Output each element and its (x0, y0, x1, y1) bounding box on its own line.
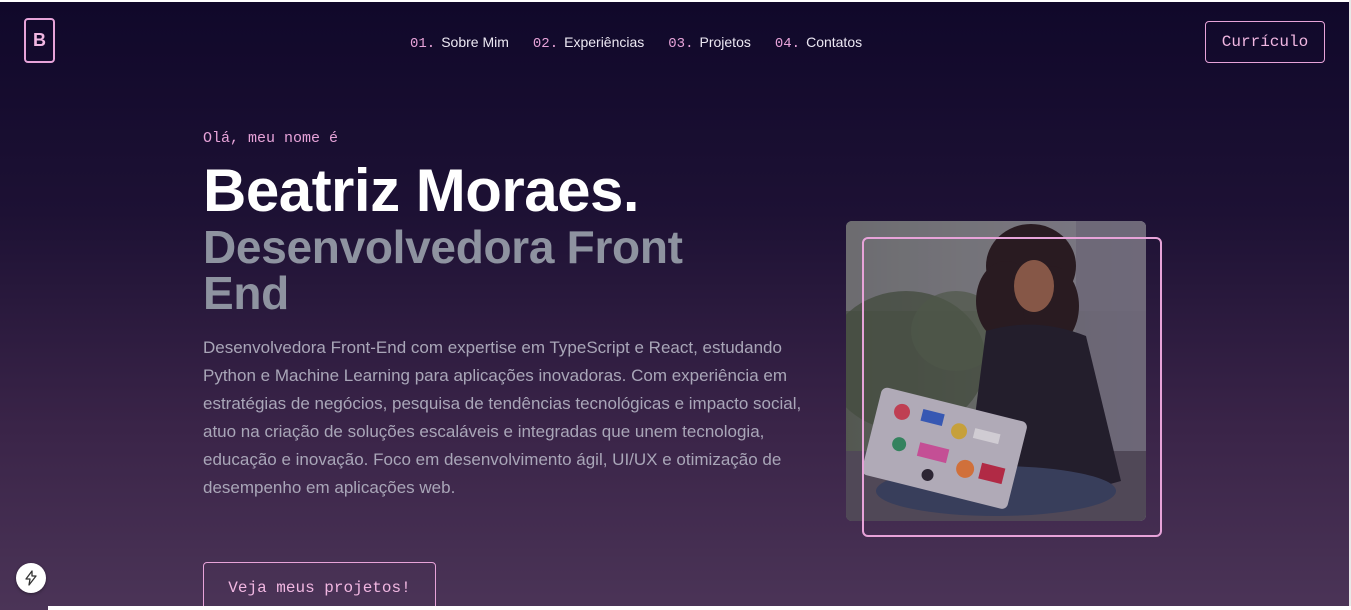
view-projects-button[interactable]: Veja meus projetos! (203, 562, 436, 610)
hero-bio: Desenvolvedora Front-End com expertise e… (203, 338, 802, 497)
bottom-strip (48, 606, 1351, 610)
lightning-bolt-icon[interactable] (16, 563, 46, 593)
nav-item-number: 01. (410, 36, 436, 52)
hero-greeting: Olá, meu nome é (203, 130, 339, 147)
hero-name: Beatriz Moraes. (203, 157, 640, 224)
nav-item-contatos[interactable]: 04. Contatos (775, 34, 862, 52)
hero-section: Olá, meu nome é Beatriz Moraes. Desenvol… (203, 130, 823, 502)
nav-item-number: 02. (532, 36, 559, 52)
nav-item-label: Projetos (699, 34, 751, 50)
nav-item-projetos[interactable]: 03. Projetos (668, 34, 751, 52)
logo-letter: B (33, 30, 46, 50)
top-border (0, 0, 1351, 2)
main-nav: 01. Sobre Mim 02. Experiências 03. Proje… (410, 34, 862, 52)
nav-item-experiencias[interactable]: 02. Experiências (533, 34, 644, 52)
nav-item-number: 03. (668, 36, 694, 52)
nav-item-label: Contatos (806, 34, 863, 50)
nav-item-sobre-mim[interactable]: 01. Sobre Mim (410, 34, 509, 52)
nav-item-label: Sobre Mim (441, 34, 509, 50)
hero-role: Desenvolvedora Front End (203, 221, 683, 319)
logo[interactable]: B (24, 18, 55, 63)
resume-button[interactable]: Currículo (1205, 21, 1325, 63)
nav-item-number: 04. (774, 36, 801, 52)
nav-item-label: Experiências (564, 34, 645, 50)
profile-photo-frame (862, 237, 1162, 537)
lightning-bolt-glyph (25, 570, 37, 586)
